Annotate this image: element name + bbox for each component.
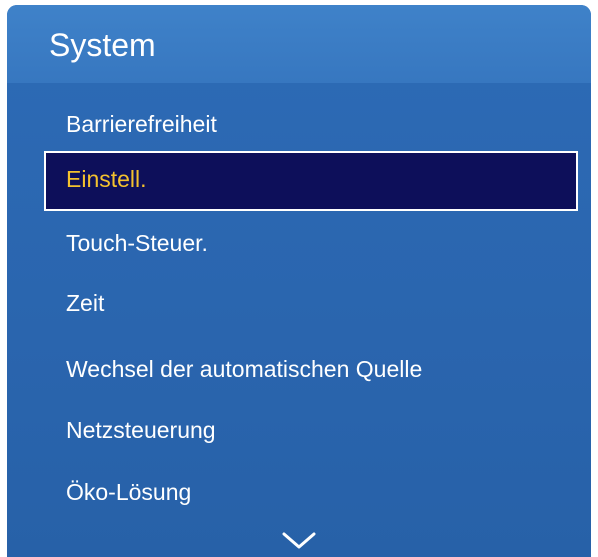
menu-item-einstell[interactable]: Einstell. (44, 151, 578, 211)
chevron-down-icon[interactable] (282, 532, 316, 550)
menu-item-netzsteuerung[interactable]: Netzsteuerung (66, 415, 216, 445)
menu-item-label: Einstell. (66, 166, 147, 192)
page-title: System (49, 27, 156, 63)
menu-item-oeko-loesung[interactable]: Öko-Lösung (66, 477, 191, 507)
menu-item-barrierefreiheit[interactable]: Barrierefreiheit (66, 109, 217, 139)
menu-header: System (7, 5, 591, 83)
system-menu-panel: System Barrierefreiheit Einstell. Touch-… (7, 5, 591, 557)
menu-item-touch-steuer[interactable]: Touch-Steuer. (66, 228, 208, 258)
menu-item-zeit[interactable]: Zeit (66, 288, 104, 318)
menu-item-wechsel-der-automatischen-quelle[interactable]: Wechsel der automatischen Quelle (66, 354, 422, 384)
